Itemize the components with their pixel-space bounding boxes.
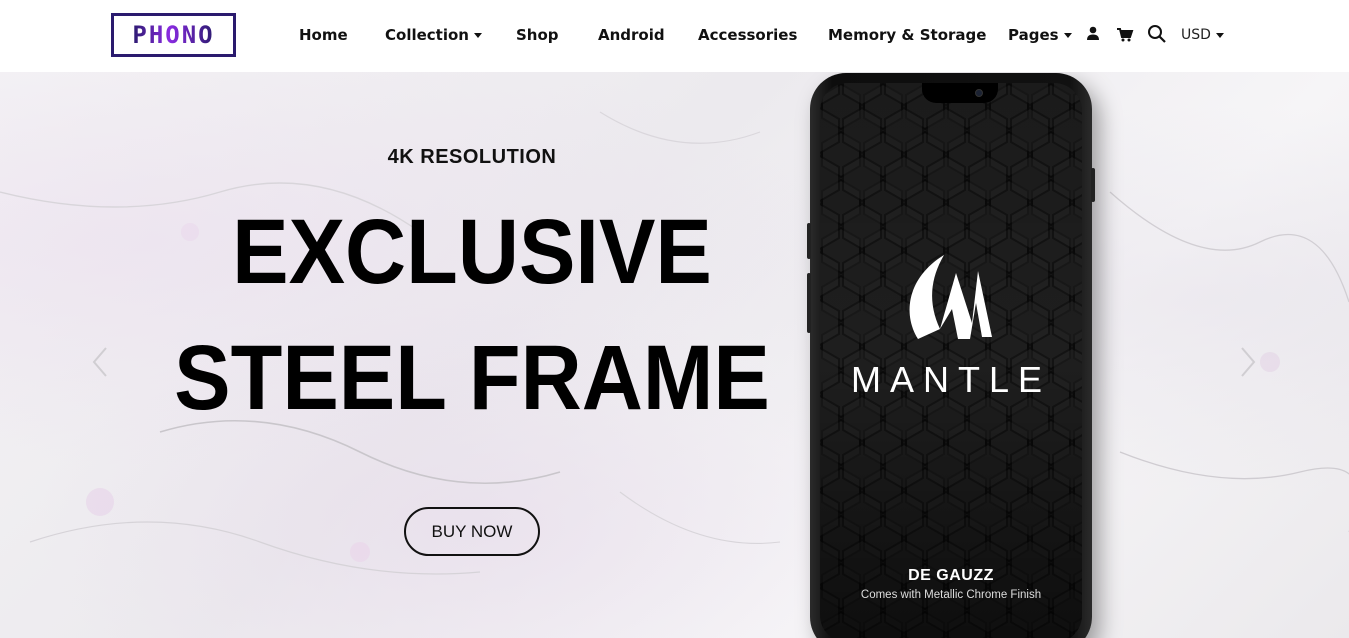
nav-item-memory-storage[interactable]: Memory & Storage bbox=[828, 24, 986, 46]
phone-screen: MANTLE DE GAUZZ Comes with Metallic Chro… bbox=[820, 83, 1082, 638]
nav-item-shop[interactable]: Shop bbox=[516, 24, 559, 46]
chevron-down-icon bbox=[473, 33, 482, 38]
slider-next-arrow[interactable] bbox=[1236, 342, 1260, 382]
phone-model-name: DE GAUZZ bbox=[908, 567, 994, 584]
logo[interactable]: PHONO bbox=[111, 13, 236, 57]
user-icon[interactable] bbox=[1084, 24, 1104, 44]
nav-item-home[interactable]: Home bbox=[299, 24, 348, 46]
cart-icon[interactable] bbox=[1115, 24, 1135, 44]
nav-label: Home bbox=[299, 26, 348, 44]
hero-subtitle: 4K RESOLUTION bbox=[387, 146, 557, 168]
brand-logo-mark bbox=[909, 255, 992, 339]
currency-selector[interactable]: USD bbox=[1181, 24, 1224, 46]
logo-text: PHONO bbox=[132, 21, 215, 49]
nav-label: Memory & Storage bbox=[828, 26, 987, 44]
slider-prev-arrow[interactable] bbox=[88, 342, 112, 382]
phone-tagline: Comes with Metallic Chrome Finish bbox=[860, 589, 1042, 601]
hero-headline-line2: STEEL FRAME bbox=[174, 327, 770, 429]
nav-item-collection[interactable]: Collection bbox=[385, 24, 482, 46]
phone-notch bbox=[922, 83, 998, 103]
phone-side-button bbox=[807, 273, 811, 333]
phone-side-button bbox=[807, 223, 811, 259]
chevron-down-icon bbox=[1215, 32, 1224, 38]
chevron-down-icon bbox=[1063, 33, 1072, 38]
hero-headline-line1: EXCLUSIVE bbox=[232, 201, 712, 303]
nav-item-android[interactable]: Android bbox=[598, 24, 665, 46]
buy-now-button[interactable]: BUY NOW bbox=[404, 507, 540, 556]
nav-label: Pages bbox=[1008, 26, 1059, 44]
camera-icon bbox=[975, 89, 983, 97]
phone-image: MANTLE DE GAUZZ Comes with Metallic Chro… bbox=[807, 73, 1095, 638]
nav-label: Android bbox=[598, 26, 665, 44]
nav-item-pages[interactable]: Pages bbox=[1008, 24, 1072, 46]
search-icon[interactable] bbox=[1147, 24, 1167, 44]
nav-item-accessories[interactable]: Accessories bbox=[698, 24, 797, 46]
hero-slider: 4K RESOLUTION EXCLUSIVE STEEL FRAME BUY … bbox=[0, 72, 1349, 638]
phone-brand-name: MANTLE bbox=[850, 359, 1052, 400]
nav-label: Collection bbox=[385, 26, 469, 44]
nav-label: Shop bbox=[516, 26, 559, 44]
currency-label: USD bbox=[1181, 27, 1211, 43]
site-header: PHONO Home Collection Shop Android Acces… bbox=[0, 0, 1349, 72]
buy-now-label: BUY NOW bbox=[431, 521, 513, 541]
phone-side-button bbox=[1091, 168, 1095, 202]
nav-label: Accessories bbox=[698, 26, 798, 44]
